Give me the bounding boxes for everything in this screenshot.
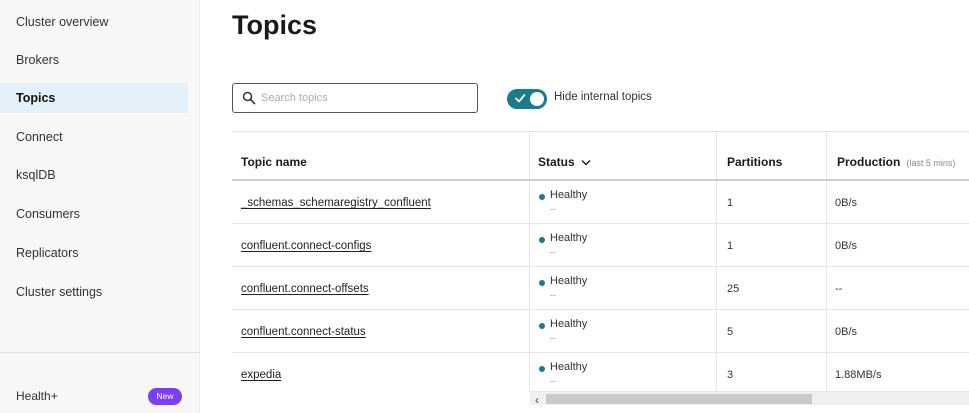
scroll-left-icon[interactable]: ‹: [535, 393, 539, 407]
status-text: Healthy: [550, 189, 588, 201]
status-sub: --: [550, 333, 556, 343]
partitions-value: 1: [727, 240, 734, 252]
search-input[interactable]: [261, 88, 471, 108]
sidebar-item-health-plus[interactable]: Health+: [16, 384, 58, 408]
topic-link[interactable]: confluent.connect-offsets: [241, 283, 369, 295]
sidebar-item-replicators[interactable]: Replicators: [0, 238, 188, 268]
status-text: Healthy: [550, 318, 588, 330]
status-dot: [539, 366, 545, 372]
table-row: _schemas_schemaregistry_confluent Health…: [232, 181, 969, 224]
sidebar-item-ksqldb[interactable]: ksqlDB: [0, 160, 188, 190]
column-header-production-sub: (last 5 mins): [906, 158, 956, 168]
partitions-value: 25: [727, 283, 740, 295]
column-header-production[interactable]: Production (last 5 mins): [837, 155, 955, 169]
topic-link[interactable]: confluent.connect-status: [241, 326, 366, 338]
column-header-status[interactable]: Status: [538, 155, 591, 169]
status-sub: --: [550, 376, 556, 386]
hide-internal-topics-toggle[interactable]: [507, 89, 547, 109]
table-top-border: [232, 131, 969, 132]
partitions-value: 1: [727, 197, 734, 209]
toggle-knob: [530, 92, 544, 106]
column-header-status-label: Status: [538, 155, 575, 169]
topic-link[interactable]: confluent.connect-configs: [241, 240, 371, 252]
status-sub: --: [550, 290, 556, 300]
table-row: confluent.connect-status Healthy -- 5 0B…: [232, 310, 969, 353]
production-value: 0B/s: [835, 197, 858, 209]
new-badge: New: [148, 388, 182, 405]
checkmark-icon: [515, 94, 526, 103]
production-value: --: [835, 283, 843, 295]
column-header-production-label: Production: [837, 155, 901, 169]
page-title: Topics: [232, 10, 318, 40]
status-text: Healthy: [550, 232, 588, 244]
search-box[interactable]: [232, 83, 478, 113]
status-dot: [539, 237, 545, 243]
sidebar-divider: [0, 352, 200, 353]
sidebar-item-cluster-overview[interactable]: Cluster overview: [0, 7, 188, 37]
table-row: expedia Healthy -- 3 1.88MB/s: [232, 353, 969, 396]
horizontal-scrollbar[interactable]: ‹: [530, 391, 969, 407]
sidebar-item-topics[interactable]: Topics: [0, 83, 188, 113]
sidebar-item-brokers[interactable]: Brokers: [0, 45, 188, 75]
status-text: Healthy: [550, 361, 588, 373]
production-value: 0B/s: [835, 240, 858, 252]
sidebar-item-consumers[interactable]: Consumers: [0, 199, 188, 229]
status-dot: [539, 323, 545, 329]
chevron-down-icon: [581, 160, 591, 166]
status-dot: [539, 280, 545, 286]
topic-link[interactable]: expedia: [241, 369, 281, 381]
column-header-topic-name[interactable]: Topic name: [241, 155, 307, 169]
table-row: confluent.connect-offsets Healthy -- 25 …: [232, 267, 969, 310]
table-row: confluent.connect-configs Healthy -- 1 0…: [232, 224, 969, 267]
sidebar: Cluster overview Brokers Topics Connect …: [0, 0, 200, 413]
status-dot: [539, 194, 545, 200]
column-header-partitions[interactable]: Partitions: [727, 155, 782, 169]
status-sub: --: [550, 204, 556, 214]
sidebar-item-connect[interactable]: Connect: [0, 122, 188, 152]
partitions-value: 5: [727, 326, 734, 338]
topic-link[interactable]: _schemas_schemaregistry_confluent: [241, 197, 431, 209]
sidebar-item-cluster-settings[interactable]: Cluster settings: [0, 277, 188, 307]
production-value: 0B/s: [835, 326, 858, 338]
scrollbar-thumb[interactable]: [546, 394, 812, 404]
production-value: 1.88MB/s: [835, 369, 882, 381]
partitions-value: 3: [727, 369, 734, 381]
hide-internal-topics-label[interactable]: Hide internal topics: [554, 91, 652, 103]
status-text: Healthy: [550, 275, 588, 287]
status-sub: --: [550, 247, 556, 257]
search-icon: [242, 91, 256, 105]
